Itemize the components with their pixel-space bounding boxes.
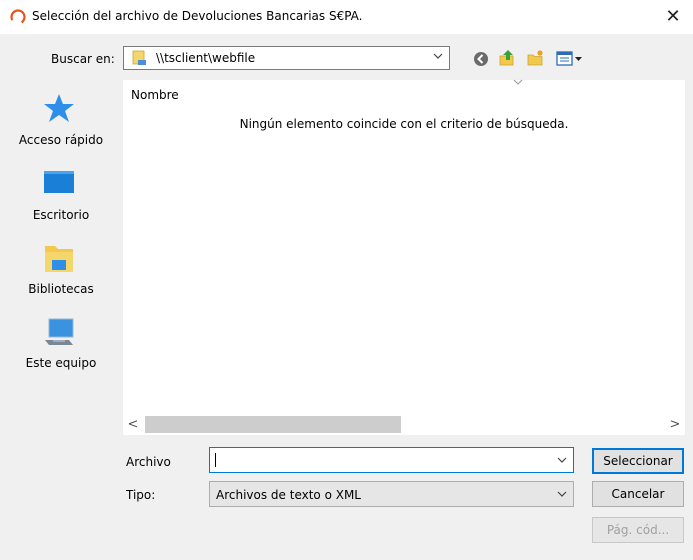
- places-bar: Acceso rápido Escritorio Bibliotecas Est…: [8, 80, 114, 425]
- quick-access-star-icon: [44, 94, 74, 122]
- back-icon[interactable]: [472, 50, 490, 68]
- file-name-label: Archivo: [126, 455, 171, 469]
- scroll-left-icon[interactable]: <: [123, 414, 143, 435]
- up-folder-icon[interactable]: [498, 49, 516, 67]
- close-button[interactable]: ✕: [653, 0, 693, 34]
- text-caret: [215, 453, 216, 467]
- cancel-button[interactable]: Cancelar: [592, 481, 684, 507]
- scroll-right-icon[interactable]: >: [665, 414, 685, 435]
- place-label: Acceso rápido: [18, 133, 104, 147]
- look-in-label: Buscar en:: [51, 52, 115, 66]
- network-folder-icon: [132, 50, 146, 65]
- place-desktop[interactable]: Escritorio: [8, 166, 114, 230]
- column-header-name[interactable]: Nombre: [131, 88, 179, 102]
- new-folder-icon[interactable]: [526, 49, 544, 67]
- file-name-field[interactable]: [209, 447, 574, 473]
- title-bar: Selección del archivo de Devoluciones Ba…: [0, 0, 693, 34]
- window-title: Selección del archivo de Devoluciones Ba…: [32, 9, 363, 23]
- place-quick-access[interactable]: Acceso rápido: [8, 90, 114, 154]
- horizontal-scrollbar[interactable]: < >: [123, 414, 685, 435]
- look-in-dropdown[interactable]: \\tsclient\webfile: [123, 46, 450, 70]
- libraries-icon: [45, 246, 73, 272]
- scrollbar-thumb[interactable]: [145, 416, 401, 433]
- file-type-label: Tipo:: [126, 488, 156, 502]
- place-label: Bibliotecas: [28, 282, 94, 296]
- file-type-dropdown[interactable]: Archivos de texto o XML: [209, 481, 574, 507]
- chevron-down-icon: [433, 53, 443, 59]
- place-this-pc[interactable]: Este equipo: [8, 314, 114, 378]
- look-in-value: \\tsclient\webfile: [156, 51, 256, 65]
- place-label: Escritorio: [32, 208, 90, 222]
- select-button[interactable]: Seleccionar: [592, 448, 684, 474]
- chevron-down-icon: [557, 491, 567, 497]
- chevron-down-icon[interactable]: [557, 454, 567, 466]
- view-menu-icon[interactable]: [556, 50, 584, 68]
- place-label: Este equipo: [25, 356, 97, 370]
- file-type-value: Archivos de texto o XML: [216, 488, 361, 502]
- place-libraries[interactable]: Bibliotecas: [8, 240, 114, 304]
- file-list[interactable]: Nombre Ningún elemento coincide con el c…: [123, 79, 685, 435]
- desktop-icon: [44, 171, 74, 193]
- codepage-button[interactable]: Pág. cód...: [592, 517, 684, 543]
- app-logo-icon: [10, 9, 26, 25]
- this-pc-icon: [45, 318, 74, 345]
- sort-chevron-icon: [513, 79, 523, 85]
- empty-message: Ningún elemento coincide con el criterio…: [239, 117, 569, 131]
